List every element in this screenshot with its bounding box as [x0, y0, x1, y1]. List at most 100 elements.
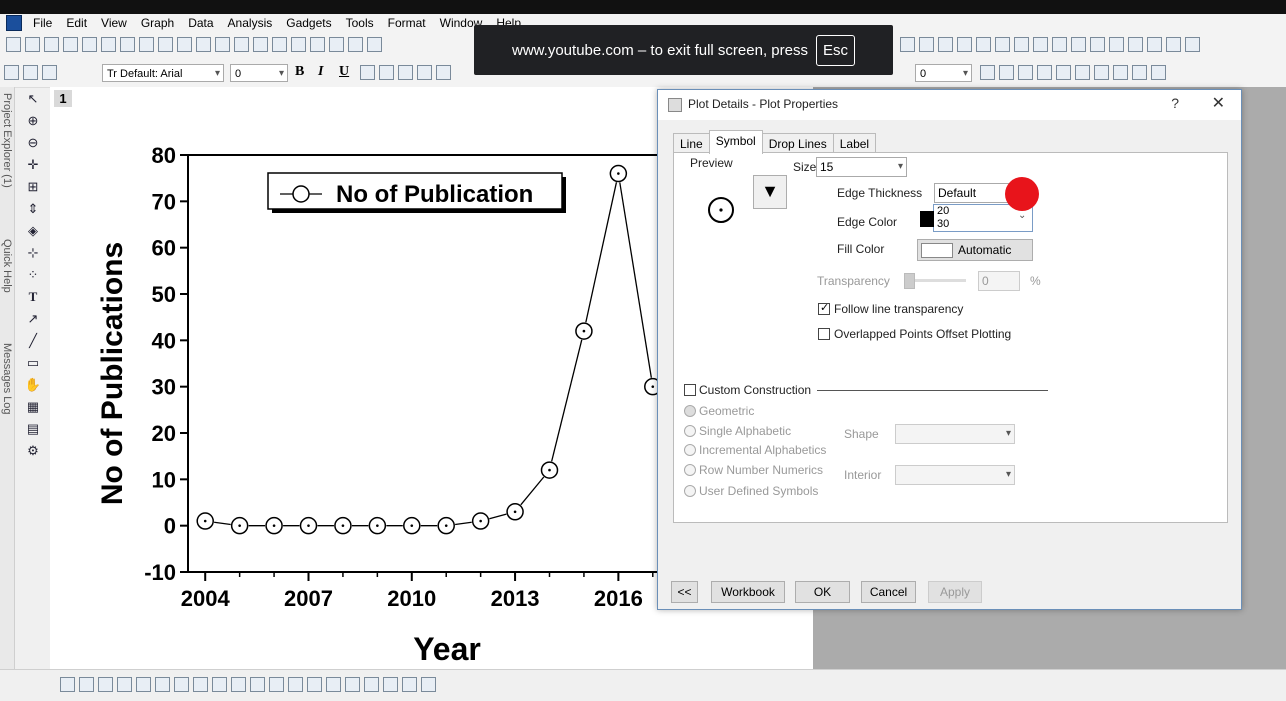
italic-button[interactable]: I: [318, 64, 323, 80]
disregard-icon[interactable]: [1090, 37, 1105, 52]
border-icon[interactable]: [999, 65, 1014, 80]
user-defined-symbols-radio[interactable]: [684, 485, 696, 497]
tab-line[interactable]: Line: [673, 133, 710, 154]
menu-gadgets[interactable]: Gadgets: [279, 14, 338, 32]
menu-edit[interactable]: Edit: [59, 14, 94, 32]
cancel-button[interactable]: Cancel: [861, 581, 916, 603]
bar-chart-icon[interactable]: [976, 37, 991, 52]
shape-combo[interactable]: ▾: [895, 424, 1015, 444]
add-column-icon[interactable]: [957, 37, 972, 52]
import-multiple-icon[interactable]: [329, 37, 344, 52]
regional-selector-icon[interactable]: ◈: [24, 222, 42, 240]
set-label-icon[interactable]: [1185, 37, 1200, 52]
menu-format[interactable]: Format: [381, 14, 433, 32]
arrow-tool-icon[interactable]: ↗: [24, 310, 42, 328]
polar-plot-icon[interactable]: [193, 677, 208, 692]
fill-color-button[interactable]: Automatic: [917, 239, 1033, 261]
save-template-icon[interactable]: [272, 37, 287, 52]
area-plot-icon[interactable]: [174, 677, 189, 692]
interior-combo[interactable]: ▾: [895, 465, 1015, 485]
arrange-layers-icon[interactable]: [402, 677, 417, 692]
stock-plot-icon[interactable]: [212, 677, 227, 692]
pattern-icon[interactable]: [980, 65, 995, 80]
sum-icon[interactable]: [900, 37, 915, 52]
cut-icon[interactable]: [4, 65, 19, 80]
set-column-values-icon[interactable]: [938, 37, 953, 52]
distribute-icon[interactable]: [1132, 65, 1147, 80]
box-plot-icon[interactable]: [155, 677, 170, 692]
font-name-combo[interactable]: Tr Default: Arial: [102, 64, 224, 83]
menu-file[interactable]: File: [26, 14, 59, 32]
line-tool-icon[interactable]: ╱: [24, 332, 42, 350]
filter-icon[interactable]: [1033, 37, 1048, 52]
single-alphabetic-radio[interactable]: [684, 425, 696, 437]
tab-label[interactable]: Label: [832, 133, 877, 154]
menu-graph[interactable]: Graph: [134, 14, 181, 32]
mark-icon[interactable]: [1151, 65, 1166, 80]
size-combo[interactable]: 15 ▾: [816, 157, 907, 177]
merge-graph-icon[interactable]: [326, 677, 341, 692]
group-icon[interactable]: [1075, 65, 1090, 80]
close-button[interactable]: ✕: [1212, 93, 1225, 113]
new-workbook-icon[interactable]: [44, 37, 59, 52]
mask-icon[interactable]: ⊹: [24, 244, 42, 262]
zoom-out-icon[interactable]: ⊖: [24, 134, 42, 152]
zoom-in-icon[interactable]: ⊕: [24, 112, 42, 130]
tab-quick-help[interactable]: Quick Help: [0, 239, 14, 293]
draw-data-icon[interactable]: ⁘: [24, 266, 42, 284]
set-y-icon[interactable]: [1128, 37, 1143, 52]
set-x-icon[interactable]: [1109, 37, 1124, 52]
data-reader-icon[interactable]: ⊞: [24, 178, 42, 196]
template-icon[interactable]: [231, 677, 246, 692]
greek-icon[interactable]: [417, 65, 432, 80]
ok-button[interactable]: OK: [795, 581, 850, 603]
tab-drop-lines[interactable]: Drop Lines: [761, 133, 834, 154]
bold-button[interactable]: B: [295, 64, 304, 80]
new-folder-icon[interactable]: [25, 37, 40, 52]
set-z-icon[interactable]: [1147, 37, 1162, 52]
symbol-gallery-button[interactable]: ▼: [753, 175, 787, 209]
apply-button[interactable]: Apply: [928, 581, 982, 603]
font-size-combo[interactable]: 0: [230, 64, 288, 83]
new-function-icon[interactable]: [120, 37, 135, 52]
help-button[interactable]: ?: [1171, 95, 1179, 111]
increase-font-icon[interactable]: [436, 65, 451, 80]
extract-layer-icon[interactable]: [383, 677, 398, 692]
sort-icon[interactable]: [919, 37, 934, 52]
insert-equation-icon[interactable]: ⚙: [24, 442, 42, 460]
custom-construction-checkbox[interactable]: [684, 384, 696, 396]
underline-button[interactable]: U: [339, 64, 349, 80]
grid-icon[interactable]: [1018, 65, 1033, 80]
menu-data[interactable]: Data: [181, 14, 220, 32]
3d-surface-icon[interactable]: [269, 677, 284, 692]
ungroup-icon[interactable]: [1094, 65, 1109, 80]
insert-table-icon[interactable]: ▤: [24, 420, 42, 438]
new-notes-icon[interactable]: [158, 37, 173, 52]
tab-project-explorer[interactable]: Project Explorer (1): [0, 93, 14, 188]
line-plot-icon[interactable]: [60, 677, 75, 692]
pan-hand-icon[interactable]: ✋: [24, 376, 42, 394]
open-template-icon[interactable]: [215, 37, 230, 52]
save-icon[interactable]: [253, 37, 268, 52]
import-icon[interactable]: [291, 37, 306, 52]
layer-icon[interactable]: [345, 677, 360, 692]
workbook-button[interactable]: Workbook: [711, 581, 785, 603]
column-chart-icon[interactable]: [995, 37, 1010, 52]
add-layer-icon[interactable]: [364, 677, 379, 692]
app-icon[interactable]: [6, 15, 22, 31]
incremental-alphabetics-radio[interactable]: [684, 444, 696, 456]
recalculate-icon[interactable]: [367, 37, 382, 52]
duplicate-icon[interactable]: [348, 37, 363, 52]
column-plot-icon[interactable]: [117, 677, 132, 692]
text-tool-icon[interactable]: T: [24, 288, 42, 306]
overlapped-points-checkbox[interactable]: [818, 328, 830, 340]
line-symbol-plot-icon[interactable]: [98, 677, 113, 692]
transparency-input[interactable]: 0: [978, 271, 1020, 291]
3d-wire-icon[interactable]: [307, 677, 322, 692]
subscript-icon[interactable]: [379, 65, 394, 80]
transparency-slider-handle[interactable]: [904, 273, 915, 289]
new-project-icon[interactable]: [6, 37, 21, 52]
stacked-chart-icon[interactable]: [1014, 37, 1029, 52]
paste-icon[interactable]: [42, 65, 57, 80]
contour-plot-icon[interactable]: [136, 677, 151, 692]
